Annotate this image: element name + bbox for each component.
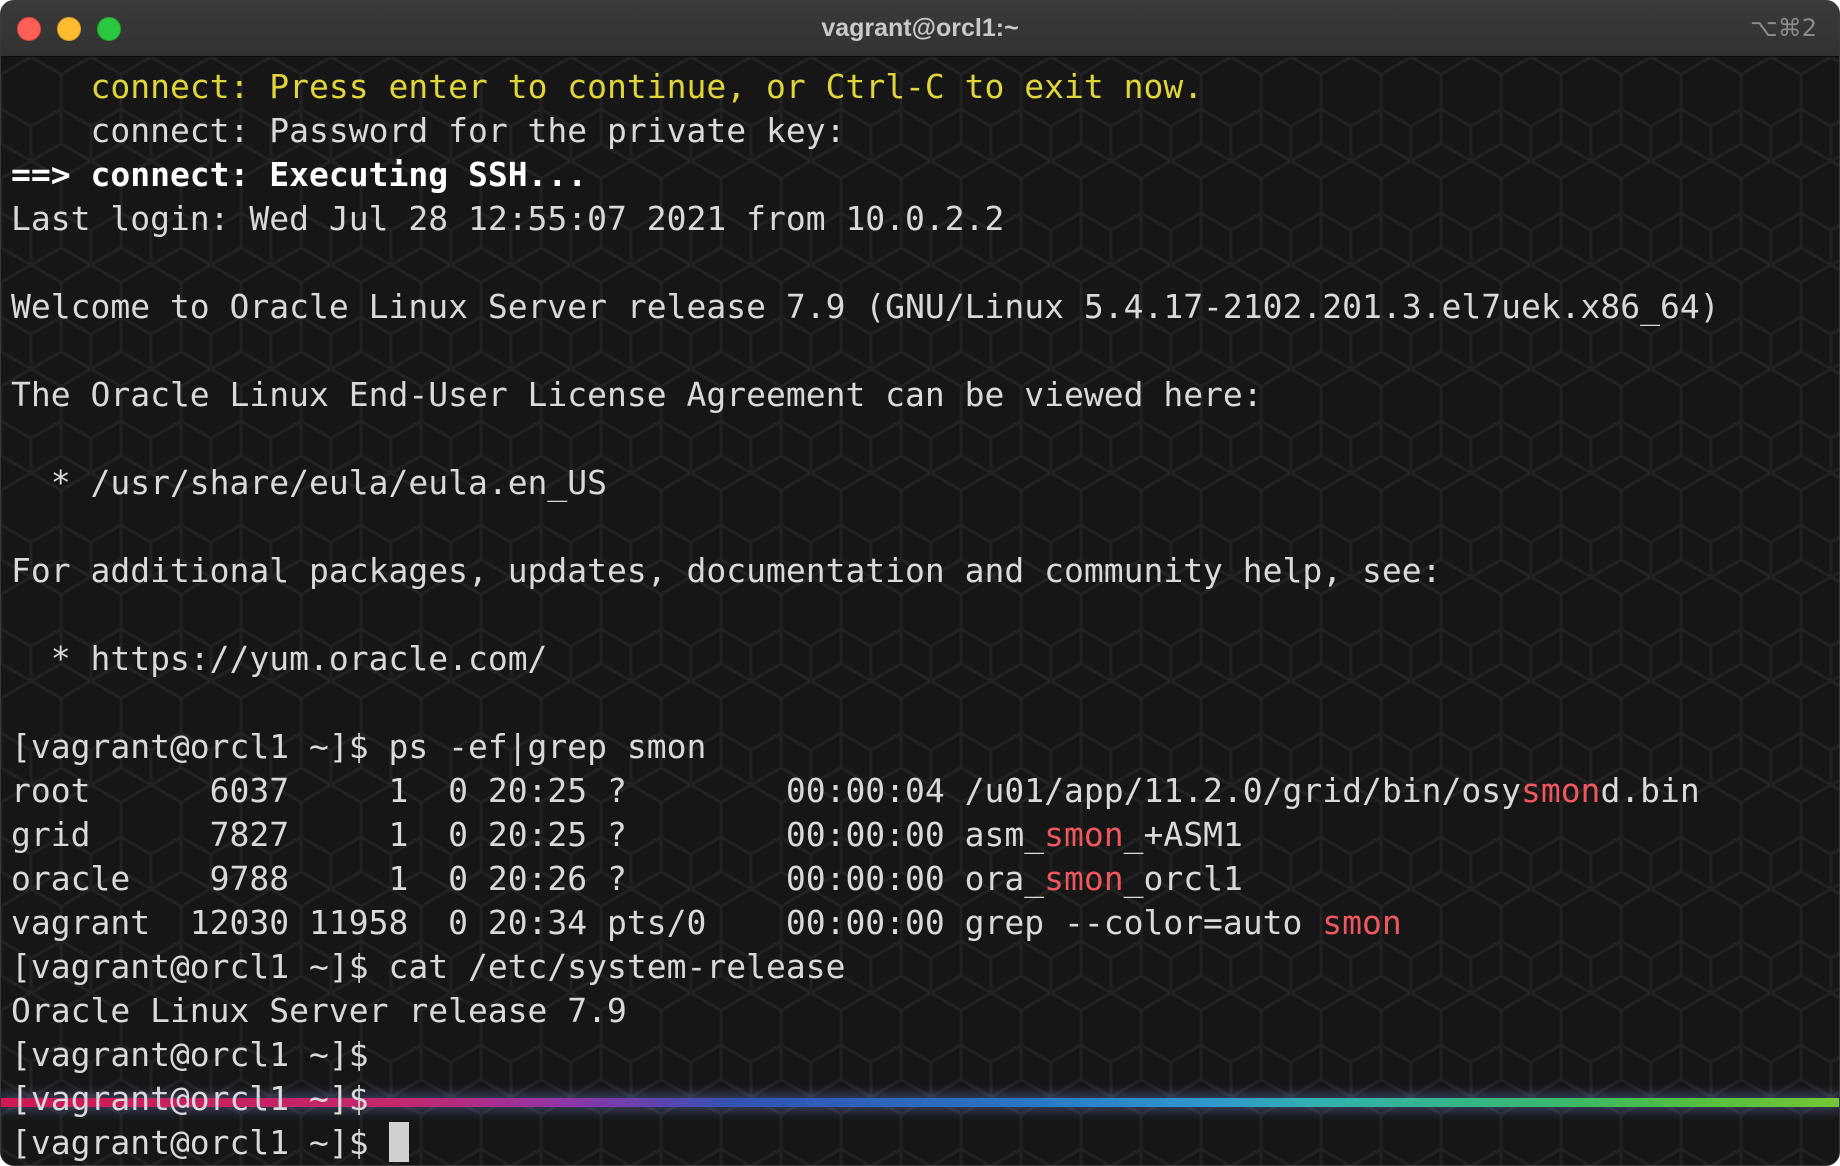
terminal-text: Last login: Wed Jul 28 12:55:07 2021 fro… bbox=[11, 199, 1005, 238]
grep-match-highlight: smon bbox=[1520, 771, 1601, 810]
terminal-line: [vagrant@orcl1 ~]$ cat /etc/system-relea… bbox=[11, 945, 1720, 989]
terminal-text: Oracle Linux Server release 7.9 bbox=[11, 991, 627, 1030]
terminal-text: Welcome to Oracle Linux Server release 7… bbox=[11, 287, 1720, 326]
terminal-text: * https://yum.oracle.com/ bbox=[11, 639, 548, 678]
terminal-text: For additional packages, updates, docume… bbox=[11, 551, 1442, 590]
terminal-line: Oracle Linux Server release 7.9 bbox=[11, 989, 1720, 1033]
terminal-line: Last login: Wed Jul 28 12:55:07 2021 fro… bbox=[11, 197, 1720, 241]
terminal-text: oracle 9788 1 0 20:26 ? 00:00:00 ora_ bbox=[11, 859, 1045, 898]
terminal-text: [vagrant@orcl1 ~]$ bbox=[11, 1079, 369, 1118]
terminal-line: [vagrant@orcl1 ~]$ bbox=[11, 1033, 1720, 1077]
terminal-output: connect: Press enter to continue, or Ctr… bbox=[11, 65, 1720, 1165]
terminal-area[interactable]: connect: Press enter to continue, or Ctr… bbox=[1, 57, 1839, 1165]
terminal-line: vagrant 12030 11958 0 20:34 pts/0 00:00:… bbox=[11, 901, 1720, 945]
terminal-line: The Oracle Linux End-User License Agreem… bbox=[11, 373, 1720, 417]
terminal-text: _orcl1 bbox=[1123, 859, 1243, 898]
terminal-text: d.bin bbox=[1600, 771, 1700, 810]
title-bar[interactable]: vagrant@orcl1:~ ⌥⌘2 bbox=[1, 1, 1839, 57]
terminal-line: grid 7827 1 0 20:25 ? 00:00:00 asm_smon_… bbox=[11, 813, 1720, 857]
terminal-text: [vagrant@orcl1 ~]$ bbox=[11, 1035, 369, 1074]
terminal-line: [vagrant@orcl1 ~]$ ps -ef|grep smon bbox=[11, 725, 1720, 769]
terminal-line: For additional packages, updates, docume… bbox=[11, 549, 1720, 593]
terminal-line: ==> connect: Executing SSH... bbox=[11, 153, 1720, 197]
terminal-text: [vagrant@orcl1 ~]$ cat /etc/system-relea… bbox=[11, 947, 846, 986]
terminal-text: connect: Press enter to continue, or Ctr… bbox=[90, 67, 1204, 106]
terminal-line: [vagrant@orcl1 ~]$ bbox=[11, 1077, 1720, 1121]
terminal-text: [vagrant@orcl1 ~]$ bbox=[11, 1123, 389, 1162]
terminal-line: * https://yum.oracle.com/ bbox=[11, 637, 1720, 681]
terminal-window: vagrant@orcl1:~ ⌥⌘2 connect: Press enter… bbox=[0, 0, 1840, 1166]
terminal-line: [vagrant@orcl1 ~]$ bbox=[11, 1121, 1720, 1165]
terminal-text: root 6037 1 0 20:25 ? 00:00:04 /u01/app/… bbox=[11, 771, 1521, 810]
terminal-text: connect: Password for the private key: bbox=[11, 111, 846, 150]
grep-match-highlight: smon bbox=[1322, 903, 1402, 942]
terminal-text: vagrant 12030 11958 0 20:34 pts/0 00:00:… bbox=[11, 903, 1323, 942]
text-cursor bbox=[388, 1122, 409, 1162]
window-shortcut-label: ⌥⌘2 bbox=[1750, 14, 1817, 42]
grep-match-highlight: smon bbox=[1044, 859, 1124, 898]
terminal-text: grid 7827 1 0 20:25 ? 00:00:00 asm_ bbox=[11, 815, 1045, 854]
grep-match-highlight: smon bbox=[1044, 815, 1124, 854]
terminal-text: ==> connect: Executing SSH... bbox=[11, 155, 588, 194]
window-title: vagrant@orcl1:~ bbox=[821, 14, 1019, 42]
terminal-line: Welcome to Oracle Linux Server release 7… bbox=[11, 285, 1720, 329]
terminal-line: connect: Password for the private key: bbox=[11, 109, 1720, 153]
terminal-text: * /usr/share/eula/eula.en_US bbox=[11, 463, 608, 502]
terminal-text: [vagrant@orcl1 ~]$ ps -ef|grep smon bbox=[11, 727, 707, 766]
terminal-line: connect: Press enter to continue, or Ctr… bbox=[11, 65, 1720, 109]
terminal-text: The Oracle Linux End-User License Agreem… bbox=[11, 375, 1263, 414]
terminal-line: * /usr/share/eula/eula.en_US bbox=[11, 461, 1720, 505]
terminal-line: root 6037 1 0 20:25 ? 00:00:04 /u01/app/… bbox=[11, 769, 1720, 813]
terminal-line: oracle 9788 1 0 20:26 ? 00:00:00 ora_smo… bbox=[11, 857, 1720, 901]
terminal-text: _+ASM1 bbox=[1123, 815, 1243, 854]
